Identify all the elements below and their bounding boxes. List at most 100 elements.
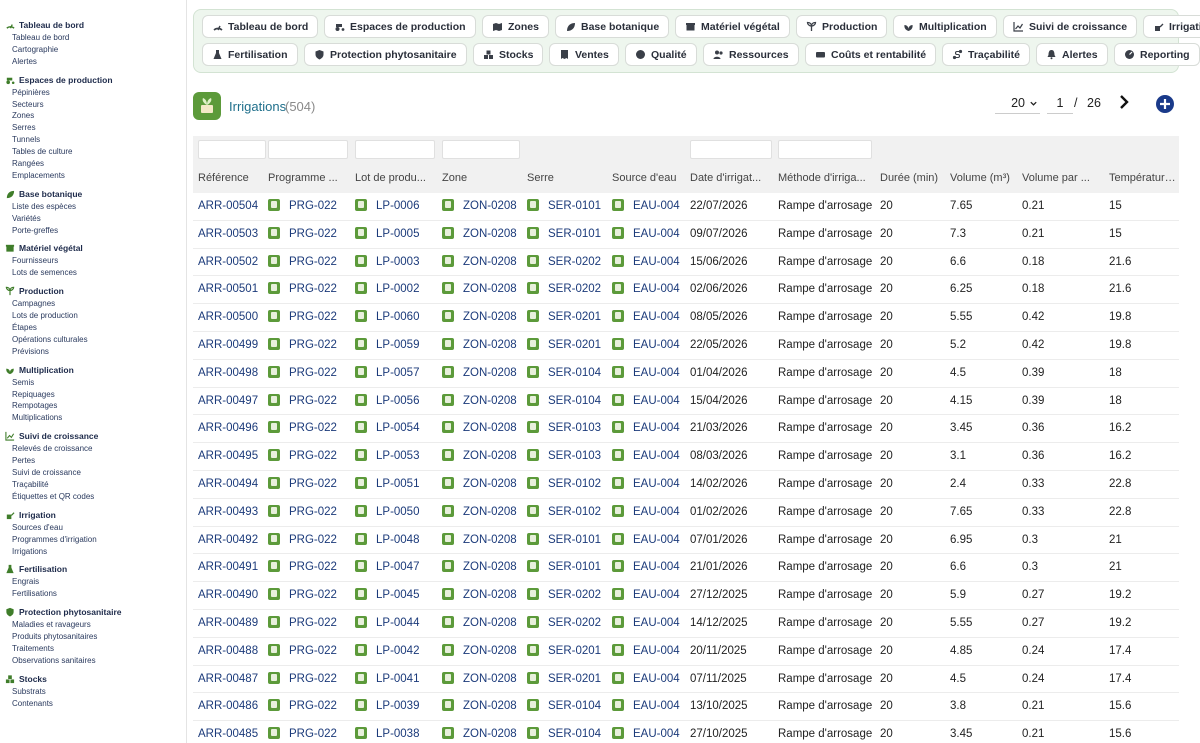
sidebar-item[interactable]: Contenants — [0, 698, 186, 710]
sidebar-group-header[interactable]: Stocks — [0, 672, 186, 686]
linked-record-link[interactable]: PRG-022 — [289, 422, 337, 434]
column-header[interactable]: Lot de produ... — [355, 172, 437, 184]
record-reference-link[interactable]: ARR-00497 — [198, 395, 258, 407]
record-reference-link[interactable]: ARR-00496 — [198, 422, 258, 434]
linked-record-link[interactable]: LP-0060 — [376, 311, 419, 323]
linked-record-link[interactable]: EAU-004 — [633, 339, 680, 351]
record-reference-link[interactable]: ARR-00504 — [198, 200, 258, 212]
linked-record-link[interactable]: ZON-0208 — [463, 339, 517, 351]
linked-record-link[interactable]: PRG-022 — [289, 645, 337, 657]
linked-record-link[interactable]: LP-0006 — [376, 200, 419, 212]
linked-record-link[interactable]: EAU-004 — [633, 200, 680, 212]
nav-pill[interactable]: Ressources — [703, 43, 799, 66]
nav-pill[interactable]: Ventes — [549, 43, 619, 66]
linked-record-link[interactable]: PRG-022 — [289, 700, 337, 712]
table-row[interactable]: ARR-00497 PRG-022 LP-0056 ZON-0208 SER-0104 E… — [193, 388, 1179, 416]
nav-pill[interactable]: Fertilisation — [202, 43, 298, 66]
linked-record-link[interactable]: PRG-022 — [289, 200, 337, 212]
linked-record-link[interactable]: PRG-022 — [289, 367, 337, 379]
linked-record-link[interactable]: SER-0201 — [548, 645, 601, 657]
column-header[interactable]: Durée (min) — [880, 172, 946, 184]
linked-record-link[interactable]: SER-0201 — [548, 339, 601, 351]
linked-record-link[interactable]: LP-0002 — [376, 283, 419, 295]
nav-pill[interactable]: Reporting — [1114, 43, 1200, 66]
linked-record-link[interactable]: PRG-022 — [289, 673, 337, 685]
sidebar-group-header[interactable]: Protection phytosanitaire — [0, 605, 186, 619]
record-reference-link[interactable]: ARR-00488 — [198, 645, 258, 657]
linked-record-link[interactable]: PRG-022 — [289, 478, 337, 490]
nav-pill[interactable]: Irrigation — [1143, 15, 1200, 38]
linked-record-link[interactable]: LP-0039 — [376, 700, 419, 712]
sidebar-item[interactable]: Fertilisations — [0, 588, 186, 600]
linked-record-link[interactable]: ZON-0208 — [463, 422, 517, 434]
sidebar-item[interactable]: Fournisseurs — [0, 255, 186, 267]
linked-record-link[interactable]: EAU-004 — [633, 589, 680, 601]
linked-record-link[interactable]: ZON-0208 — [463, 645, 517, 657]
record-reference-link[interactable]: ARR-00499 — [198, 339, 258, 351]
linked-record-link[interactable]: ZON-0208 — [463, 256, 517, 268]
nav-pill[interactable]: Alertes — [1036, 43, 1108, 66]
linked-record-link[interactable]: PRG-022 — [289, 589, 337, 601]
linked-record-link[interactable]: PRG-022 — [289, 395, 337, 407]
page-number-input[interactable] — [1047, 93, 1073, 114]
sidebar-item[interactable]: Zones — [0, 110, 186, 122]
linked-record-link[interactable]: EAU-004 — [633, 617, 680, 629]
nav-pill[interactable]: Tableau de bord — [202, 15, 319, 38]
linked-record-link[interactable]: ZON-0208 — [463, 506, 517, 518]
linked-record-link[interactable]: LP-0054 — [376, 422, 419, 434]
nav-pill[interactable]: Stocks — [473, 43, 544, 66]
record-reference-link[interactable]: ARR-00489 — [198, 617, 258, 629]
linked-record-link[interactable]: EAU-004 — [633, 534, 680, 546]
linked-record-link[interactable]: LP-0005 — [376, 228, 419, 240]
sidebar-item[interactable]: Pertes — [0, 455, 186, 467]
sidebar-item[interactable]: Liste des espèces — [0, 201, 186, 213]
linked-record-link[interactable]: ZON-0208 — [463, 200, 517, 212]
record-reference-link[interactable]: ARR-00501 — [198, 283, 258, 295]
linked-record-link[interactable]: ZON-0208 — [463, 673, 517, 685]
linked-record-link[interactable]: LP-0048 — [376, 534, 419, 546]
record-reference-link[interactable]: ARR-00500 — [198, 311, 258, 323]
linked-record-link[interactable]: SER-0103 — [548, 450, 601, 462]
table-row[interactable]: ARR-00504 PRG-022 LP-0006 ZON-0208 SER-0101 E… — [193, 193, 1179, 221]
sidebar-group-header[interactable]: Suivi de croissance — [0, 429, 186, 443]
sidebar-item[interactable]: Produits phytosanitaires — [0, 631, 186, 643]
linked-record-link[interactable]: ZON-0208 — [463, 395, 517, 407]
linked-record-link[interactable]: SER-0104 — [548, 728, 601, 740]
sidebar-item[interactable]: Substrats — [0, 686, 186, 698]
linked-record-link[interactable]: ZON-0208 — [463, 589, 517, 601]
table-row[interactable]: ARR-00486 PRG-022 LP-0039 ZON-0208 SER-0104 E… — [193, 693, 1179, 722]
linked-record-link[interactable]: PRG-022 — [289, 228, 337, 240]
linked-record-link[interactable]: EAU-004 — [633, 478, 680, 490]
column-header[interactable]: Source d'eau — [612, 172, 687, 184]
linked-record-link[interactable]: EAU-004 — [633, 673, 680, 685]
column-header[interactable]: Méthode d'irriga... — [778, 172, 874, 184]
sidebar-item[interactable]: Variétés — [0, 213, 186, 225]
linked-record-link[interactable]: LP-0050 — [376, 506, 419, 518]
linked-record-link[interactable]: SER-0202 — [548, 283, 601, 295]
linked-record-link[interactable]: EAU-004 — [633, 256, 680, 268]
sidebar-group-header[interactable]: Irrigation — [0, 508, 186, 522]
linked-record-link[interactable]: LP-0056 — [376, 395, 419, 407]
linked-record-link[interactable]: LP-0038 — [376, 728, 419, 740]
linked-record-link[interactable]: EAU-004 — [633, 228, 680, 240]
column-filter-input[interactable] — [198, 140, 266, 159]
sidebar-item[interactable]: Semis — [0, 377, 186, 389]
nav-pill[interactable]: Qualité — [625, 43, 697, 66]
record-reference-link[interactable]: ARR-00495 — [198, 450, 258, 462]
column-header[interactable]: Référence — [198, 172, 268, 184]
linked-record-link[interactable]: PRG-022 — [289, 506, 337, 518]
linked-record-link[interactable]: LP-0045 — [376, 589, 419, 601]
sidebar-group-header[interactable]: Fertilisation — [0, 562, 186, 576]
linked-record-link[interactable]: SER-0103 — [548, 422, 601, 434]
nav-pill[interactable]: Production — [796, 15, 888, 38]
sidebar-item[interactable]: Cartographie — [0, 44, 186, 56]
linked-record-link[interactable]: SER-0202 — [548, 256, 601, 268]
sidebar-item[interactable]: Repiquages — [0, 389, 186, 401]
record-reference-link[interactable]: ARR-00492 — [198, 534, 258, 546]
column-filter-input[interactable] — [355, 140, 435, 159]
linked-record-link[interactable]: PRG-022 — [289, 728, 337, 740]
linked-record-link[interactable]: ZON-0208 — [463, 311, 517, 323]
sidebar-item[interactable]: Traçabilité — [0, 479, 186, 491]
linked-record-link[interactable]: ZON-0208 — [463, 728, 517, 740]
linked-record-link[interactable]: EAU-004 — [633, 311, 680, 323]
